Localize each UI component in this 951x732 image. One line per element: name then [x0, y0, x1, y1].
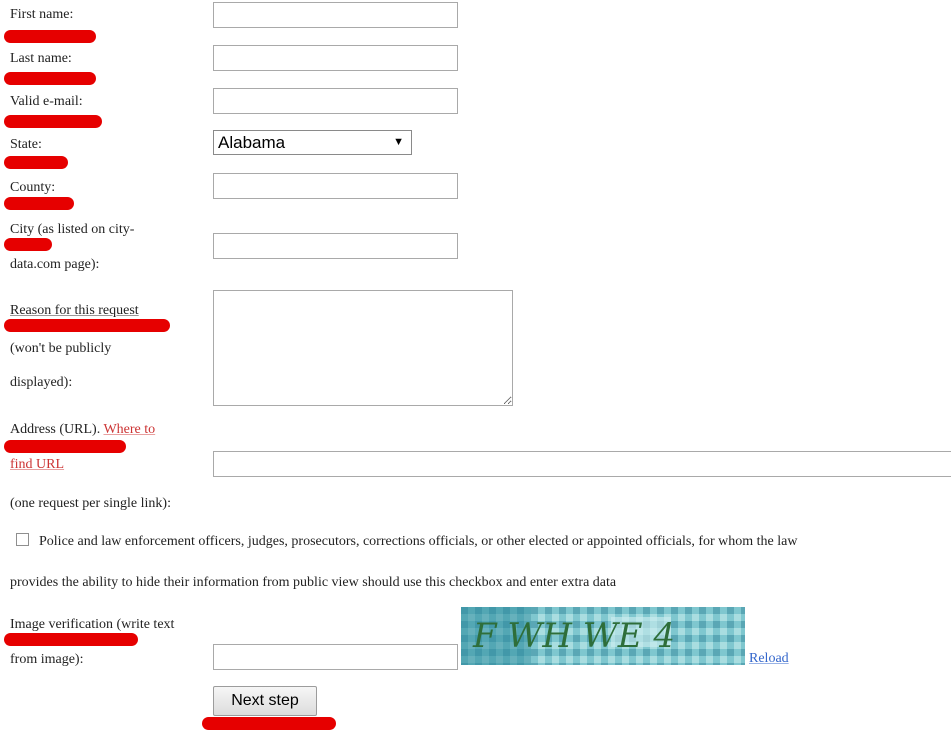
image-verification-label-line1: Image verification (write text — [10, 617, 175, 632]
last-name-label: Last name: — [10, 51, 72, 66]
redaction-mark — [4, 197, 74, 210]
county-input[interactable] — [213, 173, 458, 199]
redaction-mark — [4, 440, 126, 453]
reason-label-line1: Reason for this request — [10, 303, 139, 318]
chevron-down-icon: ▼ — [393, 136, 404, 148]
address-label: Address (URL). Where to — [10, 422, 156, 437]
city-input[interactable] — [213, 233, 458, 259]
county-label: County: — [10, 180, 56, 195]
last-name-input[interactable] — [213, 45, 458, 71]
captcha-input[interactable] — [213, 644, 458, 670]
police-checkbox-text-line1: Police and law enforcement officers, jud… — [39, 534, 798, 549]
captcha-image: F WH WE 4 — [461, 607, 745, 665]
captcha-text: F WH WE 4 — [472, 616, 675, 656]
first-name-label: First name: — [10, 7, 74, 22]
where-to-find-url-link[interactable]: Where to — [103, 422, 155, 437]
redaction-mark — [4, 156, 68, 169]
image-verification-label-line2: from image): — [10, 652, 84, 667]
address-note: (one request per single link): — [10, 496, 171, 511]
redaction-mark — [202, 717, 336, 730]
first-name-input[interactable] — [213, 2, 458, 28]
redaction-mark — [4, 319, 170, 332]
next-step-button[interactable]: Next step — [213, 686, 317, 716]
email-input[interactable] — [213, 88, 458, 114]
reload-link[interactable]: Reload — [749, 652, 789, 666]
reason-label-line2: (won't be publicly — [10, 341, 112, 356]
state-select[interactable]: Alabama ▼ — [213, 130, 412, 155]
reason-textarea[interactable] — [213, 290, 513, 406]
redaction-mark — [4, 72, 96, 85]
address-url-input[interactable] — [213, 451, 951, 477]
police-checkbox[interactable] — [16, 533, 29, 546]
city-label-line2: data.com page): — [10, 257, 100, 272]
state-label: State: — [10, 137, 42, 152]
redaction-mark — [4, 115, 102, 128]
city-label-line1: City (as listed on city- — [10, 222, 135, 237]
redaction-mark — [4, 238, 52, 251]
email-label: Valid e-mail: — [10, 94, 83, 109]
redaction-mark — [4, 30, 96, 43]
reason-label-line3: displayed): — [10, 375, 73, 390]
police-checkbox-text-line2: provides the ability to hide their infor… — [10, 575, 617, 590]
redaction-mark — [4, 633, 138, 646]
state-select-value: Alabama — [218, 133, 286, 152]
where-to-find-url-link-line2[interactable]: find URL — [10, 458, 64, 472]
